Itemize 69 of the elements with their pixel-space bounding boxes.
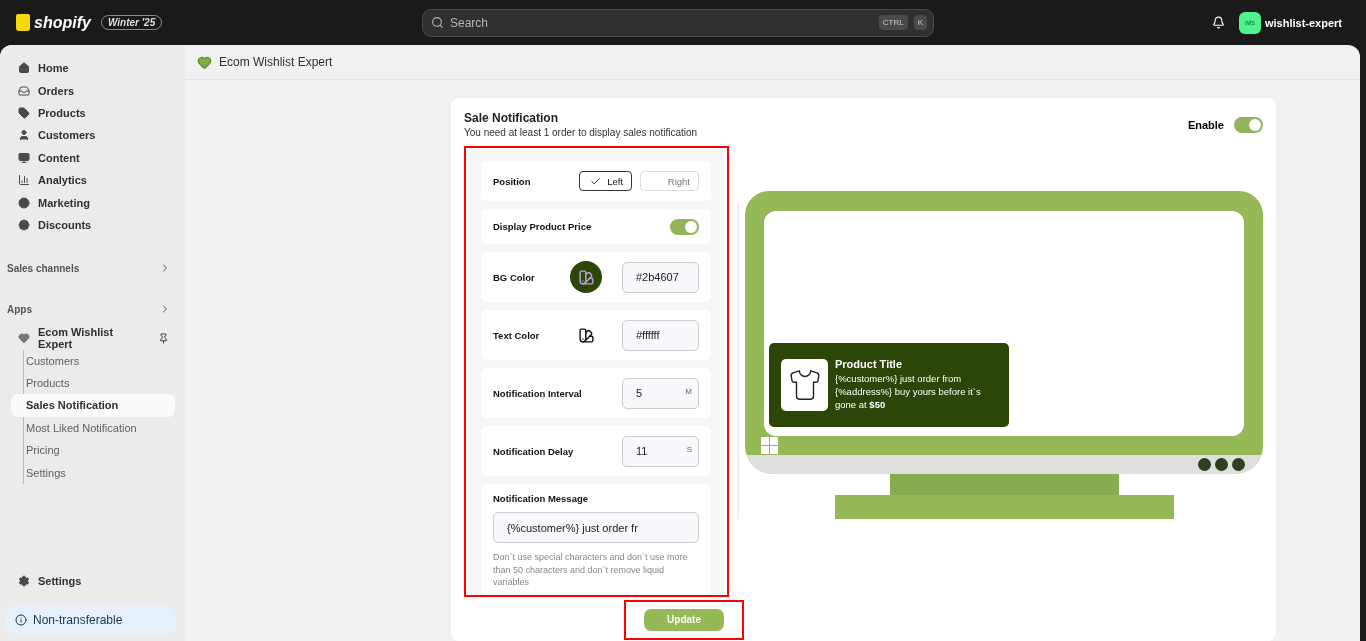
unit-label: M xyxy=(685,386,692,396)
setting-label: BG Color xyxy=(493,271,536,283)
nav-item[interactable]: Customers xyxy=(6,124,175,147)
settings-icon xyxy=(18,574,30,587)
number-input-field[interactable]: 5 M xyxy=(622,377,699,409)
section-label: Sales channels xyxy=(7,262,80,274)
enable-label: Enable xyxy=(1187,119,1224,131)
setting-label: Text Color xyxy=(493,329,541,341)
section-header[interactable]: Apps xyxy=(6,299,175,320)
heart-icon xyxy=(18,332,30,345)
dot-icon xyxy=(1198,457,1211,471)
setting-label: Position xyxy=(493,175,532,187)
search-icon xyxy=(431,16,444,29)
sub-nav-item[interactable]: Customers xyxy=(11,349,175,372)
shortcut-key: CTRL xyxy=(878,15,908,30)
notification-bell-icon[interactable] xyxy=(1211,16,1225,29)
notice-text: Non-transferable xyxy=(33,613,123,627)
sub-nav-item[interactable]: Most Liked Notification xyxy=(11,416,175,440)
unit-label: S xyxy=(686,444,692,454)
color-input-field[interactable]: #2b4607 xyxy=(622,261,699,293)
nav-item[interactable]: Analytics xyxy=(6,168,175,192)
nav-item[interactable]: Marketing xyxy=(6,191,175,214)
product-title: Product Title xyxy=(835,358,904,370)
sub-nav-item[interactable]: Sales Notification xyxy=(11,394,175,417)
position-option[interactable]: Right xyxy=(640,171,699,191)
toggle-switch[interactable] xyxy=(670,218,699,235)
setting-label: Notification Message xyxy=(493,493,590,504)
swatch-icon xyxy=(577,268,595,286)
setting-label: Notification Interval xyxy=(493,387,583,399)
sub-nav-item[interactable]: Products xyxy=(11,371,175,395)
field-value: 11 xyxy=(636,445,648,457)
card-subtitle: You need at least 1 order to display sales notification xyxy=(464,127,698,138)
info-icon xyxy=(15,614,27,626)
message-input-field[interactable]: {%customer%} just order fr xyxy=(493,512,699,543)
search-field[interactable]: Search CTRL K xyxy=(422,8,934,37)
section-header[interactable]: Sales channels xyxy=(6,258,175,279)
shortcut-key: K xyxy=(913,15,927,30)
position-option[interactable]: Left xyxy=(579,171,632,191)
page-title: Ecom Wishlist Expert xyxy=(219,55,333,69)
nav-item[interactable]: Ecom Wishlist Expert xyxy=(6,327,175,350)
notification-message: {%customer%} just order from {%address%} buy yours before it`s gone at $50 xyxy=(835,373,982,412)
field-value: 5 xyxy=(636,387,643,399)
nav-item[interactable]: Content xyxy=(6,146,175,169)
dot-icon xyxy=(1232,457,1245,471)
section-label: Apps xyxy=(7,303,32,315)
number-input-field[interactable]: 11 S xyxy=(622,435,699,467)
pin-icon[interactable] xyxy=(158,332,169,344)
help-text: Don`t use special characters and don`t use more than 50 characters and don`t remove liquid variables xyxy=(493,551,689,589)
check-icon xyxy=(590,175,602,187)
setting-label: Display Product Price xyxy=(493,221,593,232)
toggle-switch[interactable] xyxy=(1234,117,1263,133)
dot-icon xyxy=(1215,457,1228,471)
app-name: Ecom Wishlist Expert xyxy=(38,326,115,351)
nav-item[interactable]: Orders xyxy=(6,79,175,102)
card-title: Sale Notification xyxy=(464,111,559,125)
swatch-icon xyxy=(577,326,595,344)
nav-item[interactable]: Home xyxy=(6,57,175,80)
sub-nav-item[interactable]: Settings xyxy=(11,461,175,484)
setting-label: Notification Delay xyxy=(493,445,575,457)
nav-item[interactable]: Settings xyxy=(6,569,175,592)
store-name[interactable]: wishlist-expert xyxy=(1264,16,1342,29)
color-swatch[interactable] xyxy=(570,261,602,293)
sub-nav-item[interactable]: Pricing xyxy=(11,439,175,462)
nav-item[interactable]: Discounts xyxy=(6,213,175,237)
color-input-field[interactable]: #ffffff xyxy=(622,319,699,351)
nav-item[interactable]: Products xyxy=(6,101,175,125)
search-placeholder: Search xyxy=(450,15,490,30)
brand-name: shopify xyxy=(34,13,91,32)
heart-icon xyxy=(197,54,212,70)
